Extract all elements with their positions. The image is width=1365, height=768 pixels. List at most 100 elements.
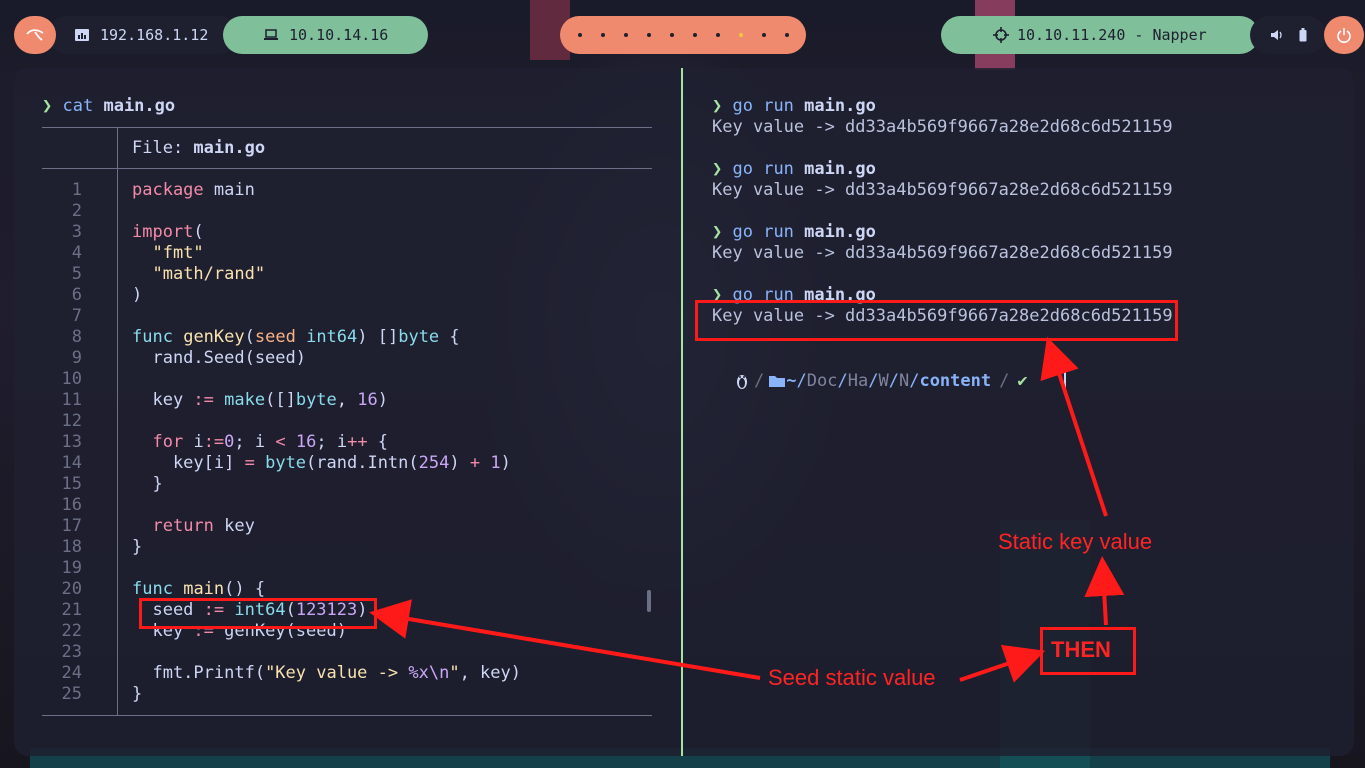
command: go run [732,222,794,242]
code-line: ) [132,285,143,305]
line-number: 16 [61,495,82,515]
text-cursor [1064,370,1066,390]
line-number: 19 [61,558,82,578]
cat-command-line: ❯ cat main.go [42,96,175,117]
path-current: content [919,371,992,391]
argument: main.go [804,96,876,116]
command: go run [732,96,794,116]
line-number: 12 [61,411,82,431]
line-number: 2 [71,201,82,221]
code-line: } [132,537,143,557]
workspace-dot[interactable] [784,33,789,37]
line-number: 8 [71,327,82,347]
top-bar: 192.168.1.12 10.10.14.16 10.10.11.240 - … [0,0,1365,68]
linux-penguin-icon [734,372,750,390]
local-ip-text: 192.168.1.12 [100,26,209,44]
line-number: 14 [61,453,82,473]
line-number: 18 [61,537,82,557]
line-number: 11 [61,390,82,410]
vpn-ip-pill[interactable]: 10.10.14.16 [223,16,428,54]
path-segment: W [878,371,889,391]
laptop-icon [263,29,279,41]
code-line: "math/rand" [152,264,266,284]
local-ip-pill[interactable]: 192.168.1.12 [48,16,238,54]
code-line: key := make([]byte, 16) [132,390,388,410]
workspace-dot[interactable] [600,33,605,37]
workspace-dot[interactable] [715,33,720,37]
code-line: } [132,474,163,494]
path-segment: Doc [806,371,838,391]
path-home: ~ [786,371,797,391]
line-number: 6 [71,285,82,305]
prompt-symbol: ❯ [712,96,723,116]
line-number: 25 [61,684,82,704]
code-line: rand.Seed(seed) [132,348,306,368]
bat-header-rule [42,168,652,169]
seed-highlight-box [139,598,377,629]
seed-annotation-label: Seed static value [768,665,936,690]
prompt-symbol: ❯ [42,96,53,116]
bat-bottom-rule [42,715,652,716]
line-number: 20 [61,579,82,599]
line-number: 22 [61,621,82,641]
line-number: 15 [61,474,82,494]
target-pill[interactable]: 10.10.11.240 - Napper [941,16,1259,54]
line-number: 5 [71,264,82,284]
pane-divider[interactable] [681,68,683,756]
path-segment: Ha [847,371,869,391]
line-number: 13 [61,432,82,452]
os-menu-button[interactable] [14,16,56,54]
battery-icon[interactable] [1299,28,1307,42]
code-line: package main [132,180,255,200]
workspace-dot[interactable] [577,33,582,37]
code-line: import( [132,222,204,242]
crosshair-icon [993,27,1009,43]
network-icon [74,28,90,42]
code-line: fmt.Printf("Key value -> %x\n", key) [132,663,521,683]
key-highlight-box [695,300,1178,341]
code-line: "fmt" [152,243,204,263]
code-line: } [132,684,143,704]
line-number: 23 [61,642,82,662]
run-command-line: ❯ go run main.go [712,159,876,180]
line-number: 10 [61,369,82,389]
bat-gutter-rule [117,127,118,715]
terminal-window[interactable]: ❯ cat main.go File: main.go 1 2 3 4 5 6 7 8 9 10 1… [14,68,1354,756]
shell-prompt: / ~ / Doc / Ha / W / N / content / ✔ [716,367,1028,395]
line-number: 4 [71,243,82,263]
workspace-switcher[interactable] [560,16,806,54]
file-label: File: [132,138,194,158]
static-key-annotation-label: Static key value [998,529,1153,554]
folder-icon [768,374,786,388]
run-output: Key value -> dd33a4b569f9667a28e2d68c6d5… [712,243,1173,263]
code-line: for i:=0; i < 16; i++ { [152,432,389,452]
kali-dragon-icon [25,28,45,42]
scrollbar-thumb[interactable] [647,590,651,612]
line-number: 21 [61,600,82,620]
code-line: func main() { [132,579,266,599]
status-check: ✔ [1017,371,1028,391]
prompt-symbol: ❯ [712,222,723,242]
argument: main.go [804,159,876,179]
argument: main.go [103,96,176,116]
workspace-dot[interactable] [669,33,674,37]
code-line: key[i] = byte(rand.Intn(254) + 1) [132,453,511,473]
speaker-icon[interactable] [1270,29,1284,41]
system-tray [1250,16,1326,54]
workspace-dot[interactable] [761,33,766,37]
power-icon [1336,27,1352,43]
command: cat [62,96,94,116]
run-output: Key value -> dd33a4b569f9667a28e2d68c6d5… [712,117,1173,137]
argument: main.go [804,222,876,242]
workspace-dot[interactable] [623,33,628,37]
command: go run [732,159,794,179]
workspace-dot[interactable] [646,33,651,37]
run-output: Key value -> dd33a4b569f9667a28e2d68c6d5… [712,180,1173,200]
power-button[interactable] [1324,16,1364,54]
target-text: 10.10.11.240 - Napper [1017,26,1207,44]
line-number: 7 [71,306,82,326]
run-command-line: ❯ go run main.go [712,222,876,243]
workspace-dot-active[interactable] [738,33,743,37]
code-line: return key [152,516,255,536]
workspace-dot[interactable] [692,33,697,37]
